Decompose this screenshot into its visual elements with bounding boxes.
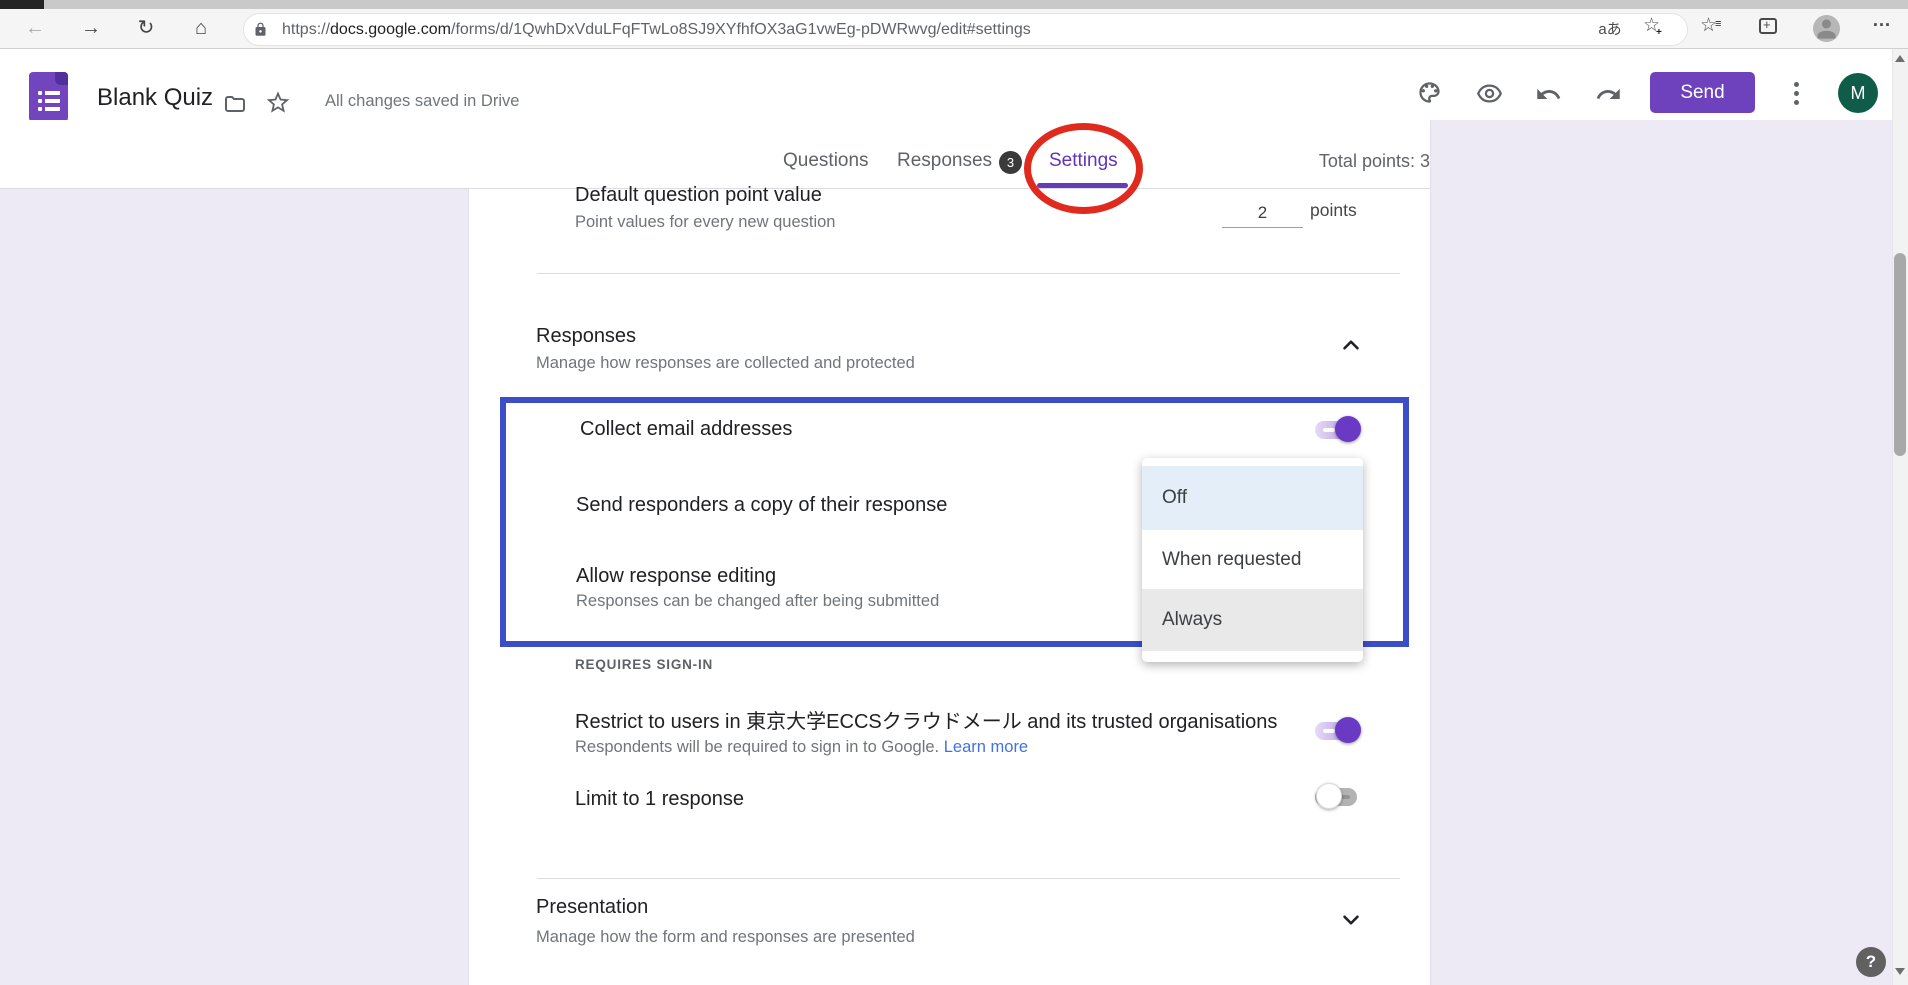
restrict-users-subtitle: Respondents will be required to sign in …	[575, 738, 1028, 757]
tab-bar	[0, 120, 1431, 189]
restrict-users-toggle[interactable]	[1315, 716, 1363, 744]
tab-questions[interactable]: Questions	[783, 150, 869, 172]
expand-chevron-down-icon[interactable]	[1338, 907, 1364, 933]
more-options-icon[interactable]	[1790, 78, 1803, 109]
section-divider	[537, 878, 1400, 879]
total-points: Total points: 3	[1230, 151, 1430, 172]
dropdown-option-off[interactable]: Off	[1142, 466, 1363, 530]
scrollbar-thumb[interactable]	[1894, 253, 1906, 456]
default-points-title: Default question point value	[575, 184, 822, 207]
send-copy-label: Send responders a copy of their response	[576, 494, 947, 517]
lock-icon	[253, 21, 268, 38]
url-domain: docs.google.com	[330, 21, 451, 38]
redo-icon[interactable]	[1595, 81, 1622, 108]
limit-response-label: Limit to 1 response	[575, 788, 744, 811]
window-edge	[0, 0, 44, 9]
collections-icon[interactable]	[1759, 18, 1777, 34]
browser-chrome: ← → ↻ ⌂ https://docs.google.com/forms/d/…	[0, 0, 1908, 49]
requires-signin-heading: REQUIRES SIGN-IN	[575, 657, 713, 672]
send-button[interactable]: Send	[1650, 72, 1755, 113]
browser-refresh-button[interactable]: ↻	[133, 15, 159, 41]
dropdown-option-always[interactable]: Always	[1142, 589, 1363, 651]
allow-edit-subtitle: Responses can be changed after being sub…	[576, 592, 939, 611]
tab-settings[interactable]: Settings	[1049, 150, 1118, 172]
account-avatar[interactable]: M	[1838, 73, 1878, 113]
url-scheme: https://	[282, 21, 330, 38]
scroll-down-arrow-icon[interactable]	[1895, 968, 1905, 975]
browser-back-button[interactable]: ←	[22, 15, 48, 41]
responses-section-subtitle: Manage how responses are collected and p…	[536, 354, 915, 373]
responses-count-badge: 3	[999, 151, 1022, 174]
default-points-input[interactable]	[1222, 198, 1303, 228]
default-points-subtitle: Point values for every new question	[575, 213, 835, 232]
browser-profile-icon[interactable]	[1813, 15, 1840, 42]
points-unit-label: points	[1310, 200, 1357, 221]
star-icon[interactable]	[264, 89, 292, 116]
preview-eye-icon[interactable]	[1476, 80, 1503, 107]
move-to-folder-icon[interactable]	[222, 92, 248, 116]
favorites-bar-icon[interactable]: ☆≡	[1700, 14, 1723, 37]
collect-email-label: Collect email addresses	[580, 418, 792, 441]
browser-forward-button[interactable]: →	[78, 15, 104, 41]
limit-response-toggle[interactable]	[1315, 782, 1363, 810]
dropdown-option-when-requested[interactable]: When requested	[1142, 530, 1363, 589]
presentation-section-title: Presentation	[536, 896, 648, 919]
browser-home-button[interactable]: ⌂	[188, 15, 214, 41]
page-scrollbar[interactable]	[1892, 49, 1908, 985]
responses-section-title: Responses	[536, 325, 636, 348]
browser-menu-icon[interactable]: …	[1872, 10, 1892, 32]
document-title[interactable]: Blank Quiz	[97, 84, 213, 112]
url-path: /forms/d/1QwhDxVduLFqFTwLo8SJ9XYfhfOX3aG…	[451, 21, 1031, 38]
tab-responses[interactable]: Responses	[897, 150, 992, 172]
forms-logo-icon[interactable]	[29, 72, 68, 122]
theme-palette-icon[interactable]	[1416, 79, 1443, 106]
forms-logo-fold	[55, 72, 68, 85]
presentation-section-subtitle: Manage how the form and responses are pr…	[536, 928, 915, 947]
active-tab-underline	[1037, 183, 1128, 188]
person-icon	[1813, 15, 1840, 42]
learn-more-link[interactable]: Learn more	[944, 738, 1028, 756]
send-copy-dropdown-menu: Off When requested Always	[1142, 458, 1363, 662]
save-status: All changes saved in Drive	[325, 92, 519, 111]
restrict-users-label: Restrict to users in 東京大学ECCSクラウドメール and…	[575, 705, 1277, 734]
collect-email-toggle[interactable]	[1315, 415, 1363, 443]
translate-icon[interactable]: aあ	[1592, 13, 1628, 46]
add-favorite-icon[interactable]: ☆+	[1643, 14, 1666, 37]
url-text[interactable]: https://docs.google.com/forms/d/1QwhDxVd…	[282, 13, 1031, 46]
browser-tab-strip	[0, 0, 1908, 9]
collapse-chevron-up-icon[interactable]	[1338, 332, 1364, 358]
scroll-up-arrow-icon[interactable]	[1895, 55, 1905, 62]
allow-edit-label: Allow response editing	[576, 565, 776, 588]
undo-icon[interactable]	[1535, 81, 1562, 108]
help-button[interactable]: ?	[1856, 947, 1886, 977]
section-divider	[537, 273, 1400, 274]
